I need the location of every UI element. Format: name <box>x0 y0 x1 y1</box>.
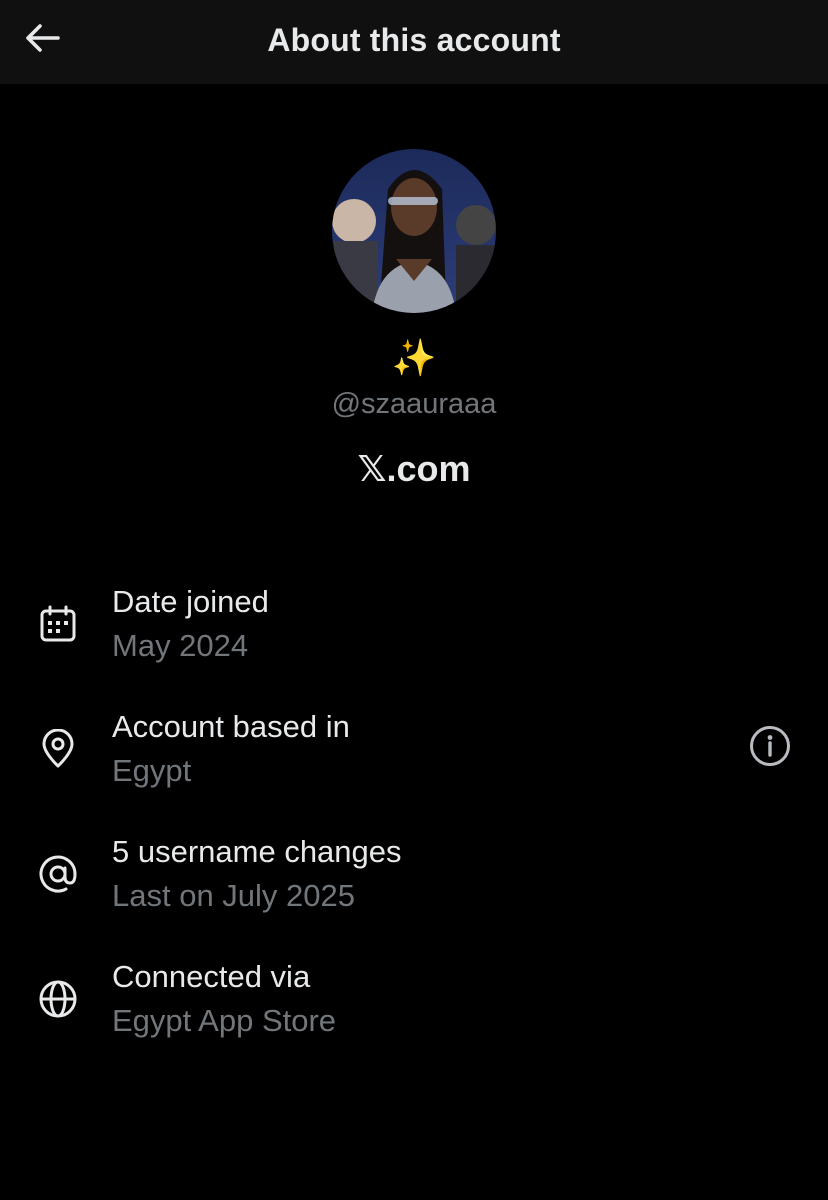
account-based-in-row: Account based in Egypt <box>0 707 828 807</box>
username-changes-title: 5 username changes <box>112 834 402 869</box>
connected-via-title: Connected via <box>112 959 311 994</box>
at-sign-icon <box>34 850 82 898</box>
calendar-icon <box>34 600 82 648</box>
account-based-in-value: Egypt <box>112 753 192 788</box>
location-pin-icon <box>34 725 82 773</box>
info-icon[interactable] <box>748 724 792 768</box>
display-name: ✨ <box>391 337 437 378</box>
top-bar: About this account <box>0 0 828 84</box>
date-joined-title: Date joined <box>112 584 269 619</box>
date-joined-value: May 2024 <box>112 628 249 663</box>
connected-via-row: Connected via Egypt App Store <box>0 957 828 1057</box>
date-joined-row: Date joined May 2024 <box>0 582 828 682</box>
connected-via-value: Egypt App Store <box>112 1003 337 1038</box>
username-changes-value: Last on July 2025 <box>112 878 356 913</box>
platform-label: 𝕏.com <box>357 448 471 489</box>
page-title: About this account <box>267 22 561 58</box>
account-based-in-title: Account based in <box>112 709 350 744</box>
username-changes-row: 5 username changes Last on July 2025 <box>0 832 828 932</box>
user-handle: @szaauraaa <box>331 388 497 420</box>
globe-icon <box>34 975 82 1023</box>
avatar[interactable] <box>332 149 496 313</box>
